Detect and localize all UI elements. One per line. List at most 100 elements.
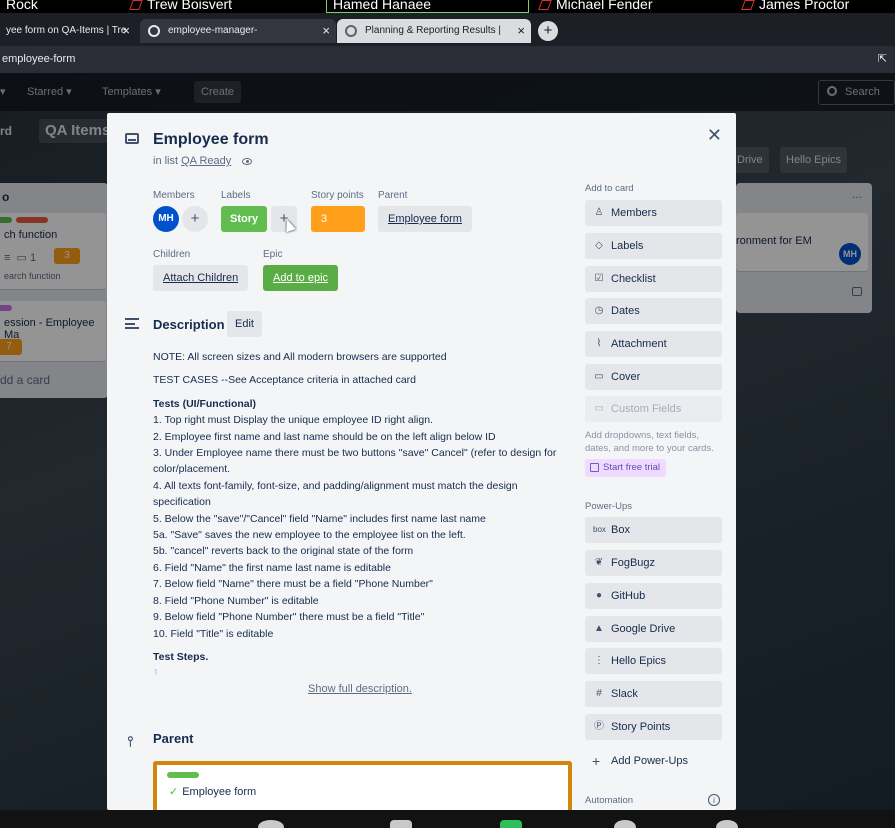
address-text: employee-form: [2, 53, 76, 65]
children-label: Children: [153, 249, 191, 260]
button-label: Box: [611, 524, 630, 536]
browser-tab[interactable]: yee form on QA-Items | Tre ×: [0, 19, 136, 43]
test-item: 10. Field "Title" is editable: [153, 627, 274, 640]
participant-name: Hamed Hanaee: [333, 0, 432, 12]
tab-title: yee form on QA-Items | Tre: [6, 25, 127, 36]
parent-card-preview[interactable]: ✓ Employee form: [153, 761, 572, 810]
participant-name: Trew Boisvert: [147, 0, 233, 12]
description-icon: [125, 318, 139, 329]
members-label: Members: [153, 190, 195, 201]
info-icon[interactable]: i: [708, 794, 720, 806]
story-points-value[interactable]: 3: [311, 206, 365, 232]
epic-label: Epic: [263, 249, 283, 260]
label-story[interactable]: Story: [221, 206, 268, 232]
fogbugz-icon: ❦: [594, 557, 604, 568]
paperclip-icon: ⌇: [596, 338, 602, 349]
powerup-github[interactable]: ● GitHub: [585, 583, 722, 609]
participant-tile: Michael Fender: [534, 0, 734, 13]
clock-icon: ◷: [594, 305, 604, 316]
participants-icon[interactable]: [258, 820, 284, 828]
participant-tile-active: Hamed Hanaee: [326, 0, 529, 13]
globe-icon: [345, 25, 357, 37]
test-item: 9. Below field "Phone Number" there must…: [153, 611, 425, 624]
dates-button[interactable]: ◷ Dates: [585, 298, 722, 324]
checkbox-icon: ☑: [594, 273, 604, 284]
participant-name: Michael Fender: [556, 0, 653, 12]
browser-tab-bar: yee form on QA-Items | Tre × employee-man…: [0, 13, 895, 46]
add-power-ups-button[interactable]: + Add Power-Ups: [585, 748, 722, 774]
story-points-icon: Ⓟ: [594, 721, 604, 732]
browser-tab[interactable]: employee-manager- ×: [140, 19, 336, 43]
participant-strip: Rock Trew Boisvert Hamed Hanaee Michael …: [0, 0, 895, 13]
button-label: Labels: [611, 240, 644, 252]
test-item: 4. All texts font-family, font-size, and…: [153, 479, 518, 509]
person-icon: ♙: [594, 207, 604, 218]
record-icon[interactable]: [614, 820, 636, 828]
participant-tile: James Proctor: [737, 0, 895, 13]
automation-heading: Automation: [585, 795, 634, 806]
card-list-info: in list QA Ready: [153, 155, 253, 167]
add-to-epic-button[interactable]: Add to epic: [263, 265, 339, 291]
button-label: Cover: [611, 371, 641, 383]
test-item: 5b. "cancel" reverts back to the origina…: [153, 545, 414, 558]
hierarchy-icon: ⫯: [127, 733, 134, 749]
button-label: Google Drive: [611, 623, 676, 635]
powerup-google-drive[interactable]: ▲ Google Drive: [585, 616, 722, 642]
powerup-box[interactable]: box Box: [585, 517, 722, 543]
close-icon[interactable]: ×: [122, 19, 130, 43]
test-steps-heading: Test Steps.: [153, 650, 209, 663]
parent-card-title: ✓ Employee form: [169, 785, 256, 798]
description-line: NOTE: All screen sizes and All modern br…: [153, 351, 447, 363]
powerup-hello-epics[interactable]: ⋮ Hello Epics: [585, 648, 722, 674]
members-button[interactable]: ♙ Members: [585, 200, 722, 226]
button-label: Members: [611, 207, 657, 219]
checklist-button[interactable]: ☑ Checklist: [585, 266, 722, 292]
custom-fields-button[interactable]: ▭ Custom Fields: [585, 396, 722, 422]
edit-description-button[interactable]: Edit: [227, 311, 262, 337]
attach-children-button[interactable]: Attach Children: [153, 265, 249, 291]
test-item: 2. Employee first name and last name sho…: [153, 430, 496, 443]
cover-button[interactable]: ▭ Cover: [585, 364, 722, 390]
browser-tab-active[interactable]: Planning & Reporting Results | ×: [337, 19, 531, 43]
powerup-story-points[interactable]: Ⓟ Story Points: [585, 714, 722, 740]
labels-button[interactable]: ◇ Labels: [585, 233, 722, 259]
globe-icon: [148, 25, 160, 37]
avatar[interactable]: MH: [153, 206, 179, 232]
share-icon[interactable]: ⇱: [878, 46, 887, 73]
gift-icon: [590, 463, 599, 472]
list-link[interactable]: QA Ready: [181, 155, 231, 167]
test-item: 6. Field "Name" the first name last name…: [153, 561, 391, 574]
card-detail-modal: ✕ Employee form in list QA Ready Members…: [107, 113, 736, 810]
test-item: 5. Below the "save"/"Cancel" field "Name…: [153, 512, 486, 525]
check-icon: ✓: [169, 786, 179, 798]
add-member-button[interactable]: +: [182, 206, 208, 232]
powerup-fogbugz[interactable]: ❦ FogBugz: [585, 550, 722, 576]
button-label: FogBugz: [611, 557, 656, 569]
button-label: Attachment: [611, 338, 667, 350]
close-icon[interactable]: ×: [322, 19, 330, 43]
button-label: Add Power-Ups: [611, 755, 689, 767]
new-tab-button[interactable]: +: [538, 21, 558, 41]
eye-icon[interactable]: [242, 157, 253, 165]
chat-icon[interactable]: [390, 820, 412, 828]
attachment-button[interactable]: ⌇ Attachment: [585, 331, 722, 357]
story-points-label: Story points: [311, 190, 364, 201]
start-trial-button[interactable]: Start free trial: [585, 459, 667, 477]
button-label: Slack: [611, 688, 638, 700]
share-screen-icon[interactable]: [500, 820, 522, 828]
reactions-icon[interactable]: [716, 820, 738, 828]
labels-label: Labels: [221, 190, 251, 201]
hello-epics-icon: ⋮: [594, 655, 604, 666]
card-title[interactable]: Employee form: [153, 131, 269, 149]
show-full-description-link[interactable]: Show full description.: [308, 683, 412, 695]
description-body[interactable]: NOTE: All screen sizes and All modern br…: [153, 349, 568, 675]
close-icon[interactable]: ✕: [707, 125, 722, 146]
address-bar[interactable]: employee-form ⇱: [0, 46, 895, 73]
powerup-slack[interactable]: # Slack: [585, 681, 722, 707]
close-icon[interactable]: ×: [517, 19, 525, 43]
parent-label: Parent: [378, 190, 408, 201]
parent-link[interactable]: Employee form: [378, 206, 472, 232]
custom-fields-note: Add dropdowns, text fields, dates, and m…: [585, 430, 714, 454]
google-drive-icon: ▲: [594, 623, 604, 634]
participant-name: Rock: [6, 0, 38, 12]
